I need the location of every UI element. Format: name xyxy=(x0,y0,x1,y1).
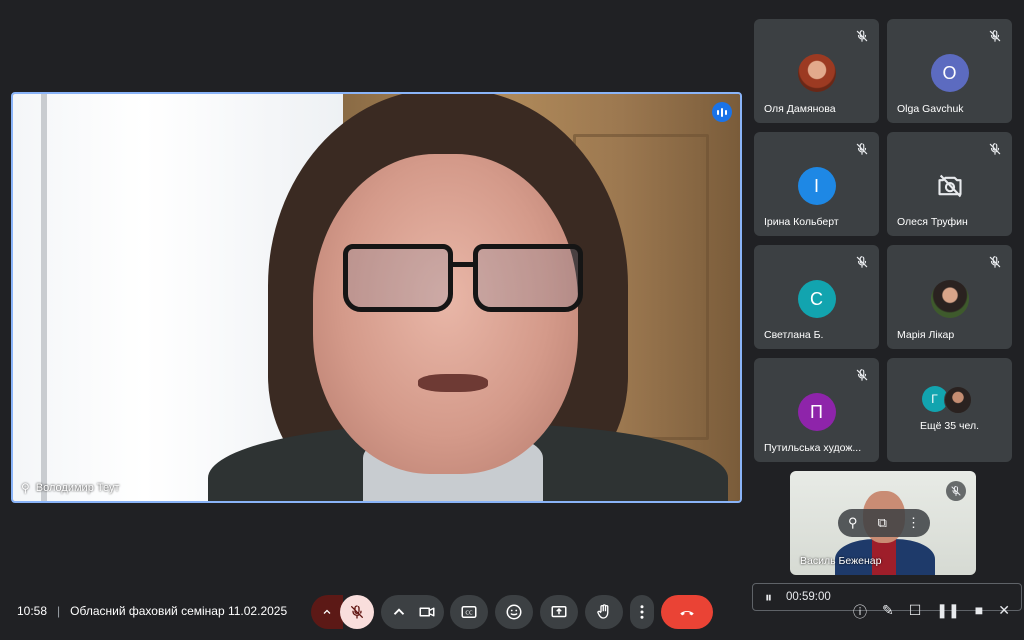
mic-off-icon xyxy=(989,256,1001,268)
self-view-frame-icon[interactable]: ⧉ xyxy=(878,515,887,531)
camera-button[interactable] xyxy=(381,595,444,629)
chevron-up-icon xyxy=(393,608,404,615)
speaking-indicator-icon xyxy=(712,102,732,122)
camera-off-icon xyxy=(937,174,962,198)
more-participants-label: Ещё 35 чел. xyxy=(919,420,979,432)
avatar-initial: I xyxy=(797,167,836,205)
participant-name: Марія Лікар xyxy=(897,329,955,341)
self-view-controls: ⚲ ⧉ ⋮ xyxy=(838,509,930,537)
participant-name: Ірина Кольберт xyxy=(764,216,839,228)
mic-options-button[interactable] xyxy=(311,595,343,629)
participant-tile[interactable]: Оля Дамянова xyxy=(754,19,879,123)
main-speaker-name: Володимир Теут xyxy=(35,482,120,494)
meeting-time: 10:58 xyxy=(17,604,48,618)
participant-tile[interactable]: П Путильська худож... xyxy=(754,358,879,462)
more-avatars: Г xyxy=(921,386,978,414)
raise-hand-button[interactable] xyxy=(585,595,623,629)
present-button[interactable] xyxy=(540,595,578,629)
more-participants-tile[interactable]: Г Ещё 35 чел. xyxy=(887,358,1012,462)
info-icon[interactable]: ⓘ xyxy=(853,602,867,622)
avatar-photo xyxy=(930,280,969,318)
self-view-name: Василь Беженар xyxy=(800,555,882,567)
captions-button[interactable]: CC xyxy=(450,595,488,629)
meeting-info-separator: | xyxy=(57,604,61,618)
svg-text:CC: CC xyxy=(465,610,473,616)
mic-control-group xyxy=(311,595,374,629)
pin-icon[interactable]: ⚲ xyxy=(848,515,858,531)
mic-off-icon xyxy=(989,143,1001,155)
right-toolbar: ⓘ ✎ ☐ ❚❚ ■ ✕ xyxy=(853,602,1010,622)
participant-name: Оля Дамянова xyxy=(764,103,836,115)
avatar-initial: С xyxy=(797,280,836,318)
mic-off-icon xyxy=(856,369,868,381)
mic-off-icon xyxy=(856,256,868,268)
avatar-initial: П xyxy=(797,393,836,431)
participant-tile[interactable]: O Olga Gavchuk xyxy=(887,19,1012,123)
participant-tile[interactable]: Марія Лікар xyxy=(887,245,1012,349)
participant-name: Путильська худож... xyxy=(764,442,862,454)
present-icon xyxy=(551,606,567,618)
participant-tile[interactable]: Олеся Труфин xyxy=(887,132,1012,236)
chevron-up-icon xyxy=(323,609,331,614)
mic-off-icon xyxy=(856,143,868,155)
speaker-glasses xyxy=(343,244,583,312)
self-mic-off-icon xyxy=(946,481,966,501)
participant-tile[interactable]: I Ірина Кольберт xyxy=(754,132,879,236)
chat-icon[interactable]: ☐ xyxy=(909,602,922,622)
participant-name: Светлана Б. xyxy=(764,329,824,341)
mic-off-icon xyxy=(351,605,363,619)
pin-icon: ⚲ xyxy=(21,481,30,495)
mic-toggle-button[interactable] xyxy=(340,595,374,629)
main-speaker-video[interactable]: ⚲ Володимир Теут xyxy=(11,92,742,503)
stop-icon[interactable]: ■ xyxy=(975,602,983,622)
window-frame xyxy=(41,94,47,501)
participant-name: Олеся Труфин xyxy=(897,216,968,228)
hand-icon xyxy=(597,604,609,619)
more-vert-icon[interactable]: ⋮ xyxy=(907,515,920,531)
mic-off-icon xyxy=(989,30,1001,42)
emoji-icon xyxy=(506,604,522,620)
camera-icon xyxy=(419,607,434,617)
close-icon[interactable]: ✕ xyxy=(998,602,1010,622)
leave-call-button[interactable] xyxy=(661,595,713,629)
waveform-icon: ⏸︎ xyxy=(765,588,772,605)
emoji-button[interactable] xyxy=(495,595,533,629)
pen-icon[interactable]: ✎ xyxy=(882,602,894,622)
self-view[interactable]: ⚲ ⧉ ⋮ Василь Беженар xyxy=(790,471,976,575)
participant-tile[interactable]: С Светлана Б. xyxy=(754,245,879,349)
avatar-photo xyxy=(943,386,972,414)
speaker-face xyxy=(313,154,578,474)
meeting-info: 10:58 | Обласний фаховий семінар 11.02.2… xyxy=(17,604,287,618)
mic-off-icon xyxy=(856,30,868,42)
avatar-initial: O xyxy=(930,54,969,92)
main-speaker-name-tag: ⚲ Володимир Теут xyxy=(21,481,120,495)
recording-time: 00:59:00 xyxy=(786,591,831,603)
avatar-photo xyxy=(797,54,836,92)
pause-icon[interactable]: ❚❚ xyxy=(936,602,959,622)
more-options-button[interactable] xyxy=(630,595,654,629)
hangup-icon xyxy=(680,610,694,616)
participant-name: Olga Gavchuk xyxy=(897,103,964,115)
speaker-mouth xyxy=(418,374,488,392)
meeting-title: Обласний фаховий семінар 11.02.2025 xyxy=(70,604,288,618)
captions-icon: CC xyxy=(461,606,477,618)
more-vert-icon xyxy=(640,605,644,619)
